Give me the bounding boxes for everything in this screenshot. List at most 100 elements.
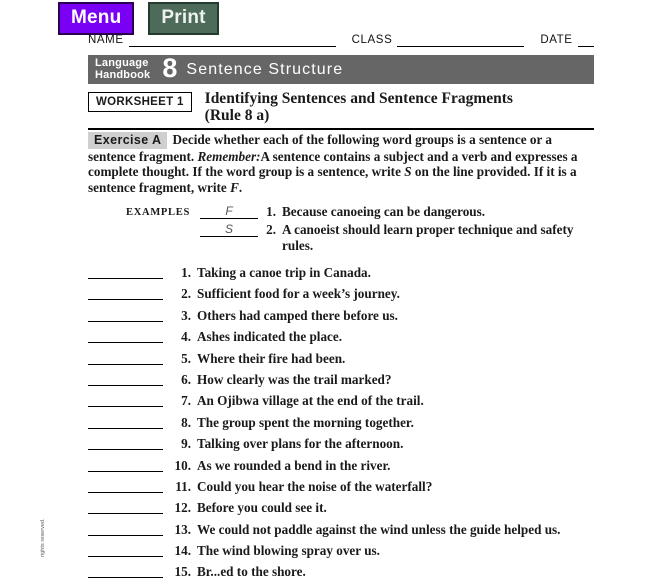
header-divider <box>88 128 594 130</box>
item-number: 6. <box>181 371 191 387</box>
examples-block: EXAMPLES F 1. Because canoeing can be da… <box>88 204 594 255</box>
item-text: Sufficient food for a week’s journey. <box>197 286 400 302</box>
example-number: 1. <box>266 204 276 219</box>
class-label: CLASS <box>351 34 393 46</box>
item-number: 2. <box>181 286 191 302</box>
answer-blank[interactable] <box>88 286 163 301</box>
list-item: 14. The wind blowing spray over us. <box>88 543 594 564</box>
item-number: 14. <box>174 543 191 559</box>
answer-blank[interactable] <box>88 500 163 515</box>
list-item: 7. An Ojibwa village at the end of the t… <box>88 393 594 414</box>
item-number: 10. <box>174 457 191 473</box>
copyright-notice: rights reserved. <box>40 518 46 557</box>
date-input[interactable] <box>577 35 594 47</box>
item-number: 11. <box>175 478 191 494</box>
list-item: 12. Before you could see it. <box>88 500 594 521</box>
item-number: 13. <box>174 521 191 537</box>
list-item: 9. Talking over plans for the afternoon. <box>88 436 594 457</box>
item-text: How clearly was the trail marked? <box>197 371 392 387</box>
item-number: 1. <box>181 265 191 280</box>
list-item: 6. How clearly was the trail marked? <box>88 372 594 393</box>
name-input[interactable] <box>128 35 336 47</box>
list-item: 8. The group spent the morning together. <box>88 415 594 436</box>
print-button[interactable]: Print <box>148 2 219 35</box>
item-number: 9. <box>181 436 191 452</box>
item-number: 5. <box>181 350 191 366</box>
list-item: 15. Br...ed to the shore. <box>88 564 594 585</box>
item-text: The wind blowing spray over us. <box>197 543 380 559</box>
example-text: A canoeist should learn proper technique… <box>282 222 574 253</box>
worksheet-rule: (Rule 8 a) <box>204 107 270 124</box>
list-item: 2. Sufficient food for a week’s journey. <box>88 286 594 307</box>
example-answer-blank[interactable]: S <box>200 222 258 237</box>
chapter-number: 8 <box>162 53 178 83</box>
examples-label-spacer <box>88 222 200 225</box>
item-text: An Ojibwa village at the end of the trai… <box>197 393 424 409</box>
item-text: Where their fire had been. <box>197 350 346 366</box>
list-item: 10. As we rounded a bend in the river. <box>88 458 594 479</box>
item-text: Ashes indicated the place. <box>197 329 343 345</box>
item-text: Before you could see it. <box>197 500 327 516</box>
question-list: 1. Taking a canoe trip in Canada. 2. Suf… <box>88 265 594 586</box>
answer-blank[interactable] <box>88 479 163 493</box>
item-text: Talking over plans for the afternoon. <box>197 436 404 452</box>
example-text: Because canoeing can be dangerous. <box>282 204 486 219</box>
item-number: 4. <box>181 329 191 345</box>
example-number: 2. <box>266 222 276 237</box>
name-label: NAME <box>88 34 124 46</box>
item-number: 12. <box>174 500 191 516</box>
item-text: Taking a canoe trip in Canada. <box>197 265 371 280</box>
exercise-tag: Exercise A <box>88 132 168 149</box>
remember-label: Remember: <box>197 148 261 164</box>
menu-button[interactable]: Menu <box>58 2 135 35</box>
item-text: Could you hear the noise of the waterfal… <box>197 478 433 494</box>
exercise-instructions: Exercise A Decide whether each of the fol… <box>88 132 594 195</box>
class-input[interactable] <box>397 35 525 47</box>
answer-code-f: F <box>230 179 239 195</box>
list-item: 3. Others had camped there before us. <box>88 308 594 329</box>
item-number: 7. <box>181 393 191 409</box>
chapter-title: Sentence Structure <box>186 60 344 78</box>
list-item: 1. Taking a canoe trip in Canada. <box>88 265 594 286</box>
answer-code-s: S <box>404 164 412 179</box>
toolbar: Menu Print <box>58 2 219 35</box>
item-text: As we rounded a bend in the river. <box>197 457 391 473</box>
worksheet-title: Identifying Sentences and Sentence Fragm… <box>204 90 513 107</box>
answer-blank[interactable] <box>88 415 163 429</box>
answer-blank[interactable] <box>88 393 163 408</box>
worksheet-header: WORKSHEET 1 Identifying Sentences and Se… <box>88 90 594 124</box>
answer-blank[interactable] <box>88 458 163 472</box>
item-text: Others had camped there before us. <box>197 307 398 323</box>
item-number: 15. <box>174 564 191 580</box>
answer-blank[interactable] <box>88 372 163 386</box>
list-item: 13. We could not paddle against the wind… <box>88 522 594 543</box>
answer-blank[interactable] <box>88 522 163 536</box>
date-label: DATE <box>540 34 573 46</box>
worksheet-badge[interactable]: WORKSHEET 1 <box>88 92 192 112</box>
item-number: 8. <box>181 414 191 430</box>
list-item: 5. Where their fire had been. <box>88 351 594 372</box>
exercise-period: . <box>238 179 243 195</box>
chapter-banner: Language Handbook 8 Sentence Structure <box>88 55 594 84</box>
example-row: EXAMPLES F 1. Because canoeing can be da… <box>88 204 594 220</box>
example-row: S 2. A canoeist should learn proper tech… <box>88 222 594 253</box>
answer-blank[interactable] <box>88 436 163 451</box>
answer-blank[interactable] <box>88 543 163 558</box>
list-item: 11. Could you hear the noise of the wate… <box>88 479 594 500</box>
item-text: We could not paddle against the wind unl… <box>197 521 561 537</box>
answer-blank[interactable] <box>88 329 163 344</box>
handbook-label: Language Handbook <box>95 57 151 81</box>
item-number: 3. <box>181 307 191 323</box>
list-item: 4. Ashes indicated the place. <box>88 329 594 350</box>
handbook-line-2: Handbook <box>95 68 151 81</box>
answer-blank[interactable] <box>88 564 163 579</box>
answer-blank[interactable] <box>88 351 163 365</box>
answer-blank[interactable] <box>88 308 163 322</box>
item-text: Br...ed to the shore. <box>197 564 306 580</box>
examples-label: EXAMPLES <box>126 207 190 218</box>
example-answer-blank[interactable]: F <box>200 204 258 219</box>
worksheet-title-group: Identifying Sentences and Sentence Fragm… <box>205 90 594 124</box>
student-info-row: NAME CLASS DATE <box>88 34 594 47</box>
answer-blank[interactable] <box>88 265 163 279</box>
handbook-line-1: Language <box>95 57 149 69</box>
